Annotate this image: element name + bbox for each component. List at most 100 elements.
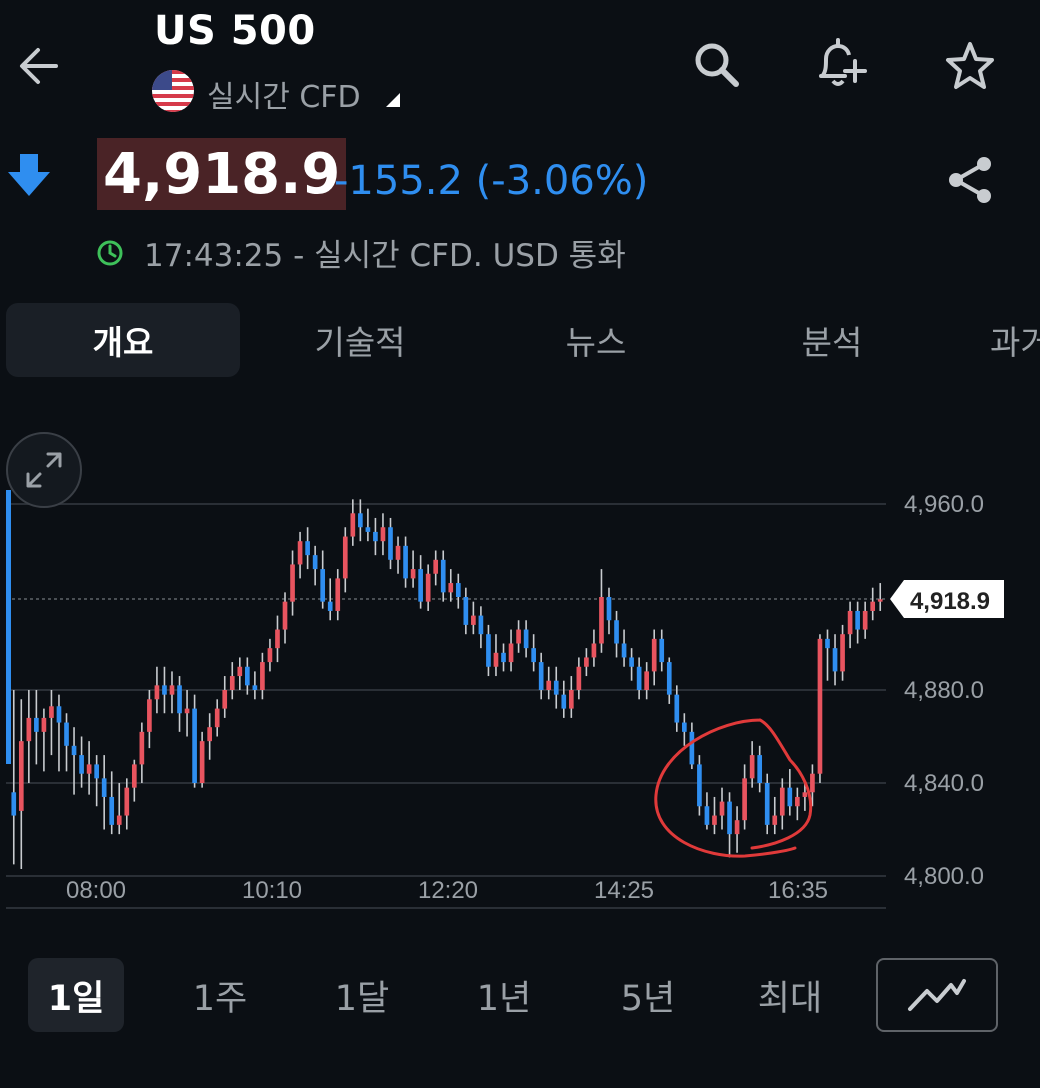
candle-body bbox=[795, 796, 800, 807]
candle-body bbox=[380, 527, 386, 542]
share-button[interactable] bbox=[938, 148, 1002, 212]
candle-body bbox=[290, 564, 295, 602]
candle-body bbox=[403, 545, 408, 579]
candle-body bbox=[508, 643, 514, 663]
candle bbox=[440, 550, 446, 602]
candle bbox=[49, 690, 54, 756]
range-5y[interactable]: 5년 bbox=[600, 958, 696, 1032]
candle-body bbox=[86, 764, 92, 774]
candle bbox=[222, 676, 228, 718]
candle-body bbox=[787, 787, 793, 807]
candle-body bbox=[312, 555, 318, 570]
hand-drawn-circle-annotation bbox=[654, 718, 813, 858]
candle-body bbox=[636, 666, 642, 690]
candle-body bbox=[440, 559, 446, 593]
candle bbox=[79, 736, 84, 788]
back-button[interactable] bbox=[6, 34, 70, 98]
candle-body bbox=[772, 815, 778, 825]
star-icon bbox=[946, 42, 994, 89]
add-alert-icon bbox=[819, 38, 867, 86]
clock-icon bbox=[97, 240, 123, 265]
candle bbox=[275, 615, 280, 663]
candle-body bbox=[599, 597, 604, 644]
candle-body bbox=[252, 685, 258, 690]
candle bbox=[787, 769, 793, 816]
tab-overview[interactable]: 개요 bbox=[6, 303, 240, 377]
instrument-subtitle[interactable]: 실시간 CFD bbox=[207, 72, 361, 116]
tab-technical[interactable]: 기술적 bbox=[248, 303, 472, 377]
candle-body bbox=[523, 629, 529, 649]
candle-body bbox=[855, 610, 860, 630]
share-icon bbox=[949, 157, 991, 203]
x-tick-label: 14:25 bbox=[594, 877, 654, 904]
candle bbox=[199, 731, 205, 788]
candle bbox=[342, 527, 348, 593]
range-1w[interactable]: 1주 bbox=[172, 958, 268, 1032]
add-alert-button[interactable] bbox=[808, 32, 872, 96]
tab-news[interactable]: 뉴스 bbox=[484, 303, 708, 377]
candle bbox=[682, 713, 687, 746]
candle-body bbox=[177, 685, 182, 714]
candle-body bbox=[568, 690, 574, 709]
candle-body bbox=[245, 666, 250, 686]
candle-body bbox=[825, 638, 830, 649]
candle bbox=[606, 587, 612, 635]
candle bbox=[433, 550, 439, 586]
candle-body bbox=[817, 638, 823, 774]
caret-down-icon[interactable] bbox=[386, 93, 400, 107]
candle bbox=[463, 587, 469, 635]
candle bbox=[697, 755, 702, 816]
candle bbox=[455, 573, 461, 609]
candle-body bbox=[26, 717, 32, 742]
expand-chart-button[interactable] bbox=[6, 432, 82, 508]
candle bbox=[757, 745, 763, 793]
candle-body bbox=[56, 706, 62, 723]
candle-body bbox=[410, 569, 416, 579]
candle-body bbox=[131, 764, 137, 788]
candle-body bbox=[229, 676, 235, 690]
candle-body bbox=[433, 559, 439, 574]
candle bbox=[795, 787, 800, 821]
candle-body bbox=[538, 662, 544, 690]
range-1m[interactable]: 1달 bbox=[314, 958, 410, 1032]
y-tick-label: 4,880.0 bbox=[904, 677, 984, 704]
candle bbox=[471, 601, 476, 635]
candle-body bbox=[365, 527, 371, 532]
candle-body bbox=[18, 741, 24, 811]
range-max[interactable]: 최대 bbox=[742, 958, 838, 1032]
candle bbox=[18, 699, 24, 870]
candle bbox=[712, 796, 717, 835]
range-1d[interactable]: 1일 bbox=[28, 958, 124, 1032]
search-button[interactable] bbox=[684, 32, 748, 96]
candle bbox=[840, 624, 845, 681]
candle-body bbox=[516, 629, 521, 644]
candle bbox=[817, 634, 823, 783]
candle-body bbox=[719, 801, 725, 816]
candle-body bbox=[712, 815, 717, 825]
tab-analysis[interactable]: 분석 bbox=[720, 303, 944, 377]
candle-body bbox=[448, 583, 454, 593]
candle-body bbox=[139, 731, 145, 765]
candle-body bbox=[124, 787, 130, 816]
candle-body bbox=[342, 536, 348, 579]
candle-body bbox=[109, 796, 115, 825]
candle bbox=[94, 755, 99, 807]
tab-history[interactable]: 과거 bbox=[990, 303, 1040, 377]
chart-type-button[interactable] bbox=[876, 958, 998, 1032]
candle bbox=[260, 652, 265, 700]
candle bbox=[282, 592, 288, 644]
candle bbox=[719, 787, 725, 830]
price-chart[interactable]: 4,960.0 4,880.0 4,840.0 4,800.0 4,918.9 … bbox=[0, 420, 1040, 920]
candle bbox=[26, 690, 32, 783]
favorite-button[interactable] bbox=[938, 34, 1002, 98]
y-tick-label: 4,800.0 bbox=[904, 863, 984, 890]
candle bbox=[636, 657, 642, 700]
candle bbox=[403, 536, 408, 588]
candle bbox=[139, 722, 145, 783]
candle-body bbox=[629, 657, 634, 667]
candle-body bbox=[169, 685, 175, 695]
candle-body bbox=[237, 666, 243, 677]
candle-body bbox=[101, 778, 107, 797]
range-1y[interactable]: 1년 bbox=[456, 958, 552, 1032]
candle bbox=[553, 666, 559, 709]
